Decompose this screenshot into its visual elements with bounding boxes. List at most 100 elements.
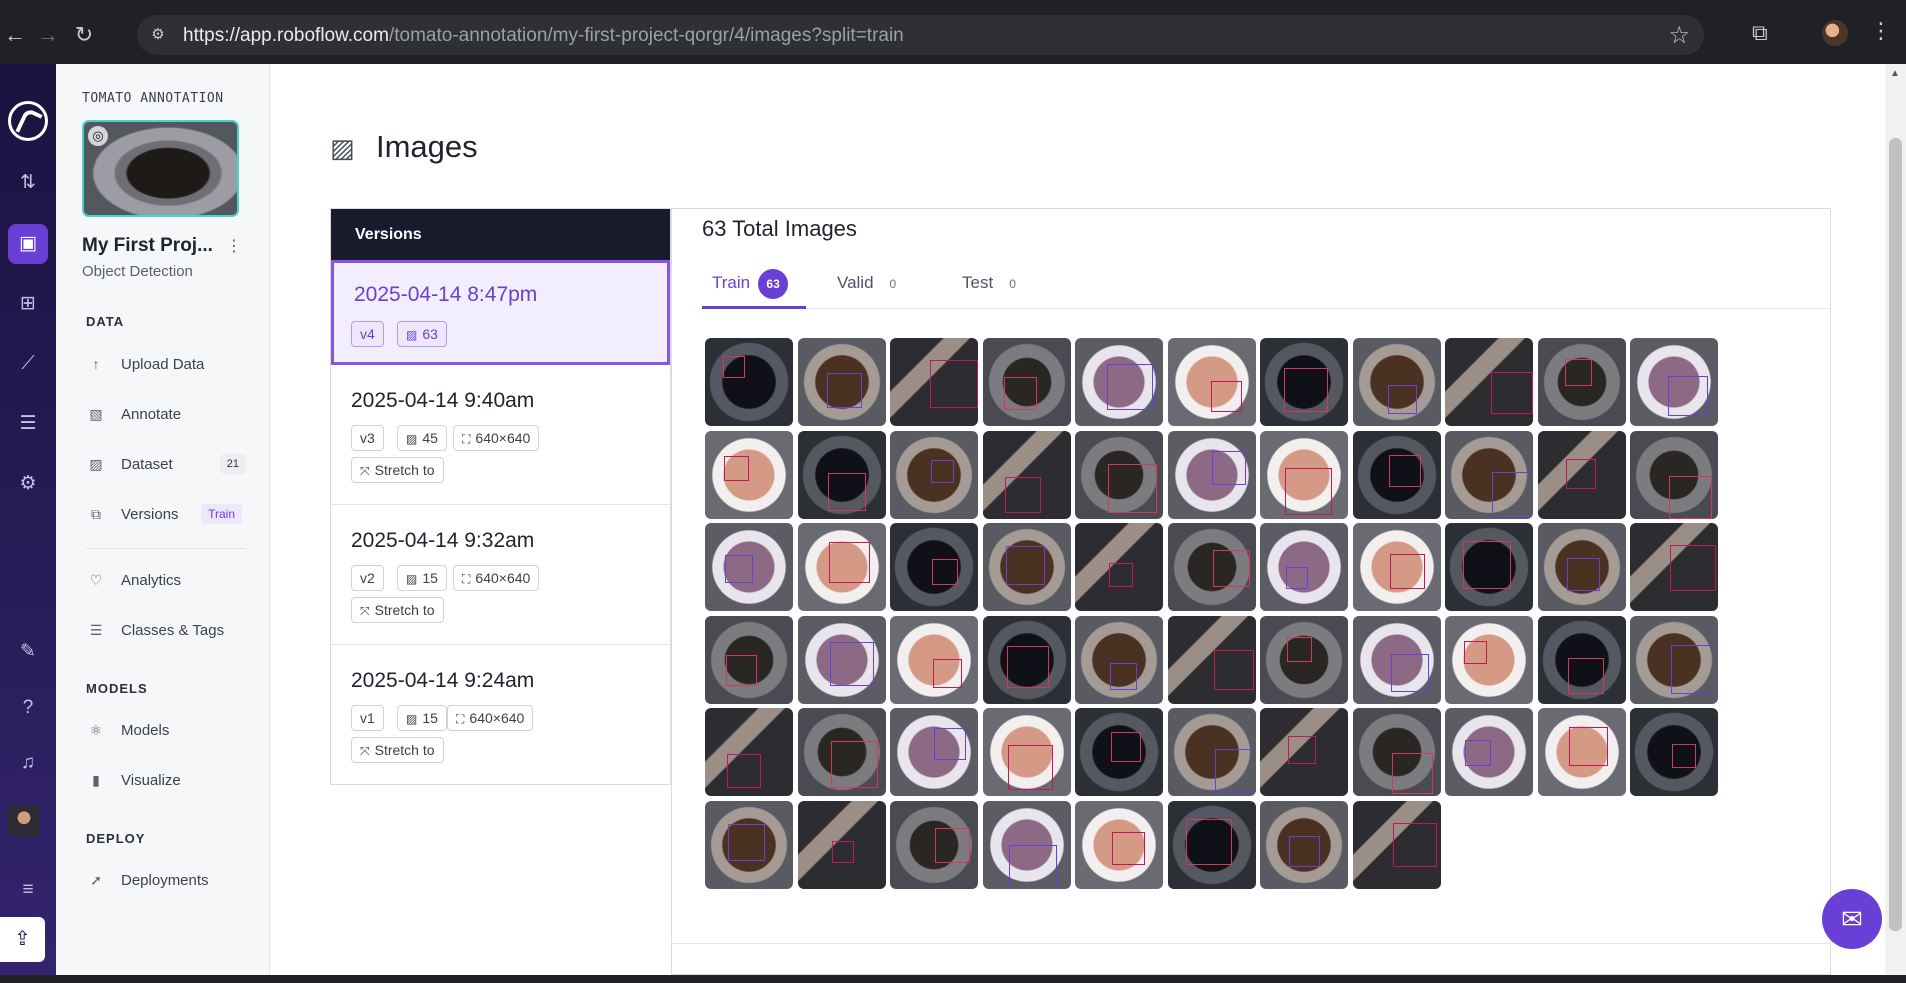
image-thumbnail[interactable] xyxy=(1167,338,1256,426)
image-thumbnail[interactable] xyxy=(982,708,1071,796)
sidebar-item-models[interactable]: ⚛ Models xyxy=(86,716,246,744)
project-thumbnail[interactable]: ◎ xyxy=(82,120,239,217)
image-thumbnail[interactable] xyxy=(705,615,793,704)
image-thumbnail[interactable] xyxy=(1630,338,1718,426)
image-thumbnail[interactable] xyxy=(890,523,978,611)
image-thumbnail[interactable] xyxy=(1075,708,1163,796)
roboflow-logo[interactable] xyxy=(8,101,48,141)
image-thumbnail[interactable] xyxy=(705,708,793,796)
image-thumbnail[interactable] xyxy=(1445,523,1533,611)
sidebar-item-dataset[interactable]: ▨ Dataset 21 xyxy=(86,450,246,478)
image-thumbnail[interactable] xyxy=(1445,615,1533,704)
image-thumbnail[interactable] xyxy=(797,615,886,704)
tab-valid[interactable]: Valid 0 xyxy=(837,262,896,309)
image-thumbnail[interactable] xyxy=(1075,523,1163,611)
scroll-up-icon[interactable]: ▲ xyxy=(1890,68,1900,79)
sidebar-item-deployments[interactable]: ➚ Deployments xyxy=(86,866,246,894)
image-thumbnail[interactable] xyxy=(1075,615,1163,704)
sort-arrows-icon[interactable]: ⇅ xyxy=(8,163,48,203)
bell-icon[interactable]: ♫ xyxy=(8,743,48,783)
image-thumbnail[interactable] xyxy=(1075,430,1163,519)
address-bar[interactable]: ⚙ https://app.roboflow.com/tomato-annota… xyxy=(137,15,1704,55)
image-thumbnail[interactable] xyxy=(1167,615,1256,704)
image-thumbnail[interactable] xyxy=(1352,338,1441,426)
image-thumbnail[interactable] xyxy=(890,800,978,889)
image-thumbnail[interactable] xyxy=(982,430,1071,519)
user-avatar[interactable] xyxy=(8,805,40,837)
feedback-icon[interactable]: ✎ xyxy=(8,632,48,672)
storage-icon[interactable]: ☰ xyxy=(8,404,48,444)
project-menu-icon[interactable]: ⋮ xyxy=(226,236,242,256)
image-thumbnail[interactable] xyxy=(1537,523,1626,611)
image-thumbnail[interactable] xyxy=(1352,708,1441,796)
sidebar-item-upload[interactable]: ↑ Upload Data xyxy=(86,350,246,378)
scrollbar-thumb[interactable] xyxy=(1889,138,1902,931)
image-thumbnail[interactable] xyxy=(1537,708,1626,796)
image-thumbnail[interactable] xyxy=(1167,430,1256,519)
image-thumbnail[interactable] xyxy=(1352,615,1441,704)
image-thumbnail[interactable] xyxy=(797,800,886,889)
version-card-v1[interactable]: 2025-04-14 9:24am v1 ▨ 15 ⛶ 640×640 ⤧ Stret… xyxy=(331,645,670,785)
image-thumbnail[interactable] xyxy=(1075,338,1163,426)
chat-support-button[interactable]: ✉ xyxy=(1822,889,1882,949)
extensions-icon[interactable]: ⧉ xyxy=(1752,20,1768,46)
sidebar-item-visualize[interactable]: ▮ Visualize xyxy=(86,766,246,794)
image-thumbnail[interactable] xyxy=(1537,615,1626,704)
image-thumbnail[interactable] xyxy=(1630,708,1718,796)
image-thumbnail[interactable] xyxy=(705,523,793,611)
image-thumbnail[interactable] xyxy=(1260,338,1348,426)
image-thumbnail[interactable] xyxy=(1260,708,1348,796)
reload-icon[interactable]: ↻ xyxy=(69,20,99,50)
image-thumbnail[interactable] xyxy=(1167,708,1256,796)
image-thumbnail[interactable] xyxy=(1445,338,1533,426)
image-thumbnail[interactable] xyxy=(1630,430,1718,519)
version-card-v4[interactable]: 2025-04-14 8:47pm v4 ▨ 63 xyxy=(331,260,670,365)
forward-icon[interactable]: → xyxy=(33,20,63,50)
image-thumbnail[interactable] xyxy=(890,338,978,426)
image-thumbnail[interactable] xyxy=(797,523,886,611)
version-card-v3[interactable]: 2025-04-14 9:40am v3 ▨ 45 ⛶ 640×640 ⤧ Stret… xyxy=(331,365,670,505)
settings-icon[interactable]: ⚙ xyxy=(8,464,48,504)
image-thumbnail[interactable] xyxy=(1260,800,1348,889)
projects-inbox-icon[interactable]: ▣ xyxy=(8,224,48,264)
image-thumbnail[interactable] xyxy=(705,430,793,519)
docs-icon[interactable]: ≡ xyxy=(8,870,48,910)
sidebar-item-annotate[interactable]: ▧ Annotate xyxy=(86,400,246,428)
image-thumbnail[interactable] xyxy=(1630,523,1718,611)
image-thumbnail[interactable] xyxy=(797,338,886,426)
version-card-v2[interactable]: 2025-04-14 9:32am v2 ▨ 15 ⛶ 640×640 ⤧ Stret… xyxy=(331,505,670,645)
image-thumbnail[interactable] xyxy=(890,430,978,519)
image-thumbnail[interactable] xyxy=(1167,523,1256,611)
upload-icon[interactable]: ⇪ xyxy=(0,917,45,962)
image-thumbnail[interactable] xyxy=(982,615,1071,704)
page-scrollbar[interactable]: ▲ xyxy=(1885,64,1906,975)
image-thumbnail[interactable] xyxy=(797,708,886,796)
image-thumbnail[interactable] xyxy=(1445,430,1533,519)
image-thumbnail[interactable] xyxy=(890,615,978,704)
bookmark-star-icon[interactable]: ☆ xyxy=(1668,21,1690,50)
image-thumbnail[interactable] xyxy=(1260,523,1348,611)
sidebar-item-analytics[interactable]: ♡ Analytics xyxy=(86,566,246,594)
image-thumbnail[interactable] xyxy=(890,708,978,796)
tab-train[interactable]: Train 63 xyxy=(702,262,806,309)
sidebar-item-classes[interactable]: ☰ Classes & Tags xyxy=(86,616,246,644)
image-thumbnail[interactable] xyxy=(1260,615,1348,704)
help-icon[interactable]: ? xyxy=(8,688,48,728)
image-thumbnail[interactable] xyxy=(1352,430,1441,519)
tab-test[interactable]: Test 0 xyxy=(962,262,1016,309)
chart-icon[interactable]: ⟋ xyxy=(8,344,48,384)
image-thumbnail[interactable] xyxy=(982,523,1071,611)
image-thumbnail[interactable] xyxy=(705,338,793,426)
image-thumbnail[interactable] xyxy=(982,800,1071,889)
image-thumbnail[interactable] xyxy=(1075,800,1163,889)
image-thumbnail[interactable] xyxy=(1630,615,1718,704)
back-icon[interactable]: ← xyxy=(0,20,30,50)
image-thumbnail[interactable] xyxy=(1445,708,1533,796)
workflow-icon[interactable]: ⊞ xyxy=(8,284,48,324)
sidebar-item-versions[interactable]: ⧉ Versions Train xyxy=(86,500,246,528)
image-thumbnail[interactable] xyxy=(797,430,886,519)
site-settings-icon[interactable]: ⚙ xyxy=(147,24,169,46)
image-thumbnail[interactable] xyxy=(1352,523,1441,611)
image-thumbnail[interactable] xyxy=(982,338,1071,426)
image-thumbnail[interactable] xyxy=(1260,430,1348,519)
